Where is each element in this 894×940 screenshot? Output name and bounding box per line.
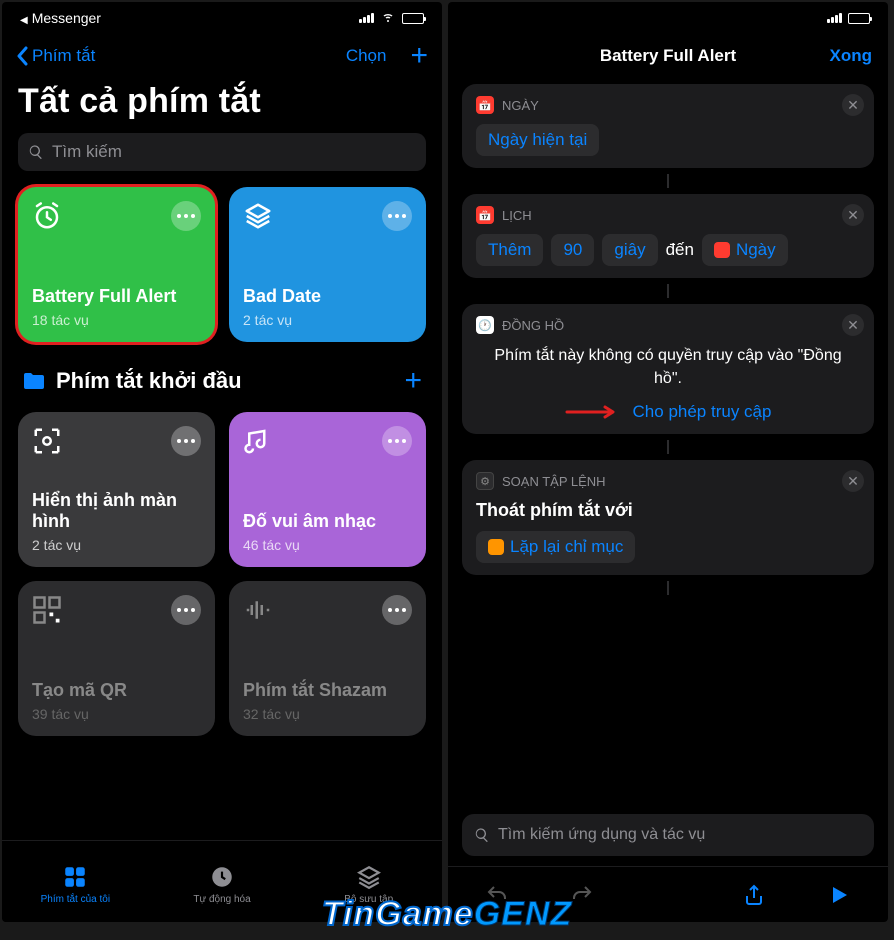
tab-automation[interactable]: Tự động hóa [149,841,296,922]
arrow-icon [565,405,621,419]
shortcut-tile-battery-full-alert[interactable]: Battery Full Alert 18 tác vụ [18,187,215,342]
delete-action-button[interactable]: ✕ [842,314,864,336]
section-header-starter[interactable]: Phím tắt khởi đầu + [2,342,442,412]
grid-icon [62,864,88,890]
param-unit[interactable]: giây [602,234,657,266]
layers-icon [243,201,273,231]
param-date[interactable]: Ngày [702,234,788,266]
status-bar: ◀Messenger [2,2,442,34]
delete-action-button[interactable]: ✕ [842,94,864,116]
param-value[interactable]: 90 [551,234,594,266]
back-to-app[interactable]: Messenger [32,10,101,26]
search-field[interactable]: Tìm kiếm [18,133,426,171]
allow-access-button[interactable]: Cho phép truy cập [633,402,772,422]
shortcuts-app: ◀Messenger Phím tắt Chọn + Tất cả phím t… [2,2,442,922]
more-button[interactable] [171,595,201,625]
more-button[interactable] [382,201,412,231]
music-icon [243,426,273,456]
add-shortcut-button[interactable]: + [410,41,428,71]
shortcut-tile-qr[interactable]: Tạo mã QR 39 tác vụ [18,581,215,736]
shortcut-tile-bad-date[interactable]: Bad Date 2 tác vụ [229,187,426,342]
action-search-field[interactable]: Tìm kiếm ứng dụng và tác vụ [462,814,874,856]
shortcut-tile-screenshot[interactable]: Hiển thị ảnh màn hình 2 tác vụ [18,412,215,567]
redo-icon [570,883,594,907]
shortcut-editor: Battery Full Alert Xong 📅NGÀY ✕ Ngày hiệ… [448,2,888,922]
watermark: TinGameGENZ [322,895,572,934]
connector [667,284,669,298]
share-icon [742,883,766,907]
permission-message: Phím tắt này không có quyền truy cập vào… [476,334,860,396]
more-button[interactable] [382,595,412,625]
action-card-date[interactable]: 📅NGÀY ✕ Ngày hiện tại [462,84,874,168]
signal-icon [827,13,842,23]
battery-icon [848,13,870,24]
wifi-icon [380,11,396,26]
status-bar [448,2,888,34]
chevron-left-icon [16,46,28,66]
done-button[interactable]: Xong [830,46,873,66]
script-icon: ⚙ [476,472,494,490]
editor-title: Battery Full Alert [600,46,736,66]
stack-icon [356,864,382,890]
calendar-icon: 📅 [476,96,494,114]
search-icon [474,827,490,843]
camera-icon [32,426,62,456]
search-icon [28,144,44,160]
more-button[interactable] [382,426,412,456]
connector [667,174,669,188]
editor-nav: Battery Full Alert Xong [448,34,888,78]
clock-icon [209,864,235,890]
more-button[interactable] [171,201,201,231]
calendar-icon: 📅 [476,206,494,224]
clock-app-icon: 🕐 [476,316,494,334]
variable-current-date[interactable]: Ngày hiện tại [476,124,599,156]
connector [667,440,669,454]
back-button[interactable]: Phím tắt [16,46,95,66]
play-icon [827,883,851,907]
tab-my-shortcuts[interactable]: Phím tắt của tôi [2,841,149,922]
qr-icon [32,595,62,625]
connector [667,581,669,595]
shortcut-tile-shazam[interactable]: Phím tắt Shazam 32 tác vụ [229,581,426,736]
variable-repeat-index[interactable]: Lặp lại chỉ mục [476,531,635,563]
page-title: Tất cả phím tắt [2,78,442,133]
more-button[interactable] [171,426,201,456]
action-card-clock[interactable]: 🕐ĐỒNG HỒ ✕ Phím tắt này không có quyền t… [462,304,874,434]
folder-icon [22,371,46,391]
action-card-script[interactable]: ⚙SOẠN TẬP LỆNH ✕ Thoát phím tắt với Lặp … [462,460,874,575]
signal-icon [359,13,374,23]
add-to-section-button[interactable]: + [404,364,422,398]
share-button[interactable] [711,883,797,907]
delete-action-button[interactable]: ✕ [842,204,864,226]
shortcut-tile-music-quiz[interactable]: Đố vui âm nhạc 46 tác vụ [229,412,426,567]
delete-action-button[interactable]: ✕ [842,470,864,492]
param-add[interactable]: Thêm [476,234,543,266]
select-button[interactable]: Chọn [346,46,387,66]
alarm-icon [32,201,62,231]
action-card-calendar[interactable]: 📅LỊCH ✕ Thêm 90 giây đến Ngày [462,194,874,278]
run-button[interactable] [796,883,882,907]
waveform-icon [243,595,273,625]
nav-bar: Phím tắt Chọn + [2,34,442,78]
battery-icon [402,13,424,24]
